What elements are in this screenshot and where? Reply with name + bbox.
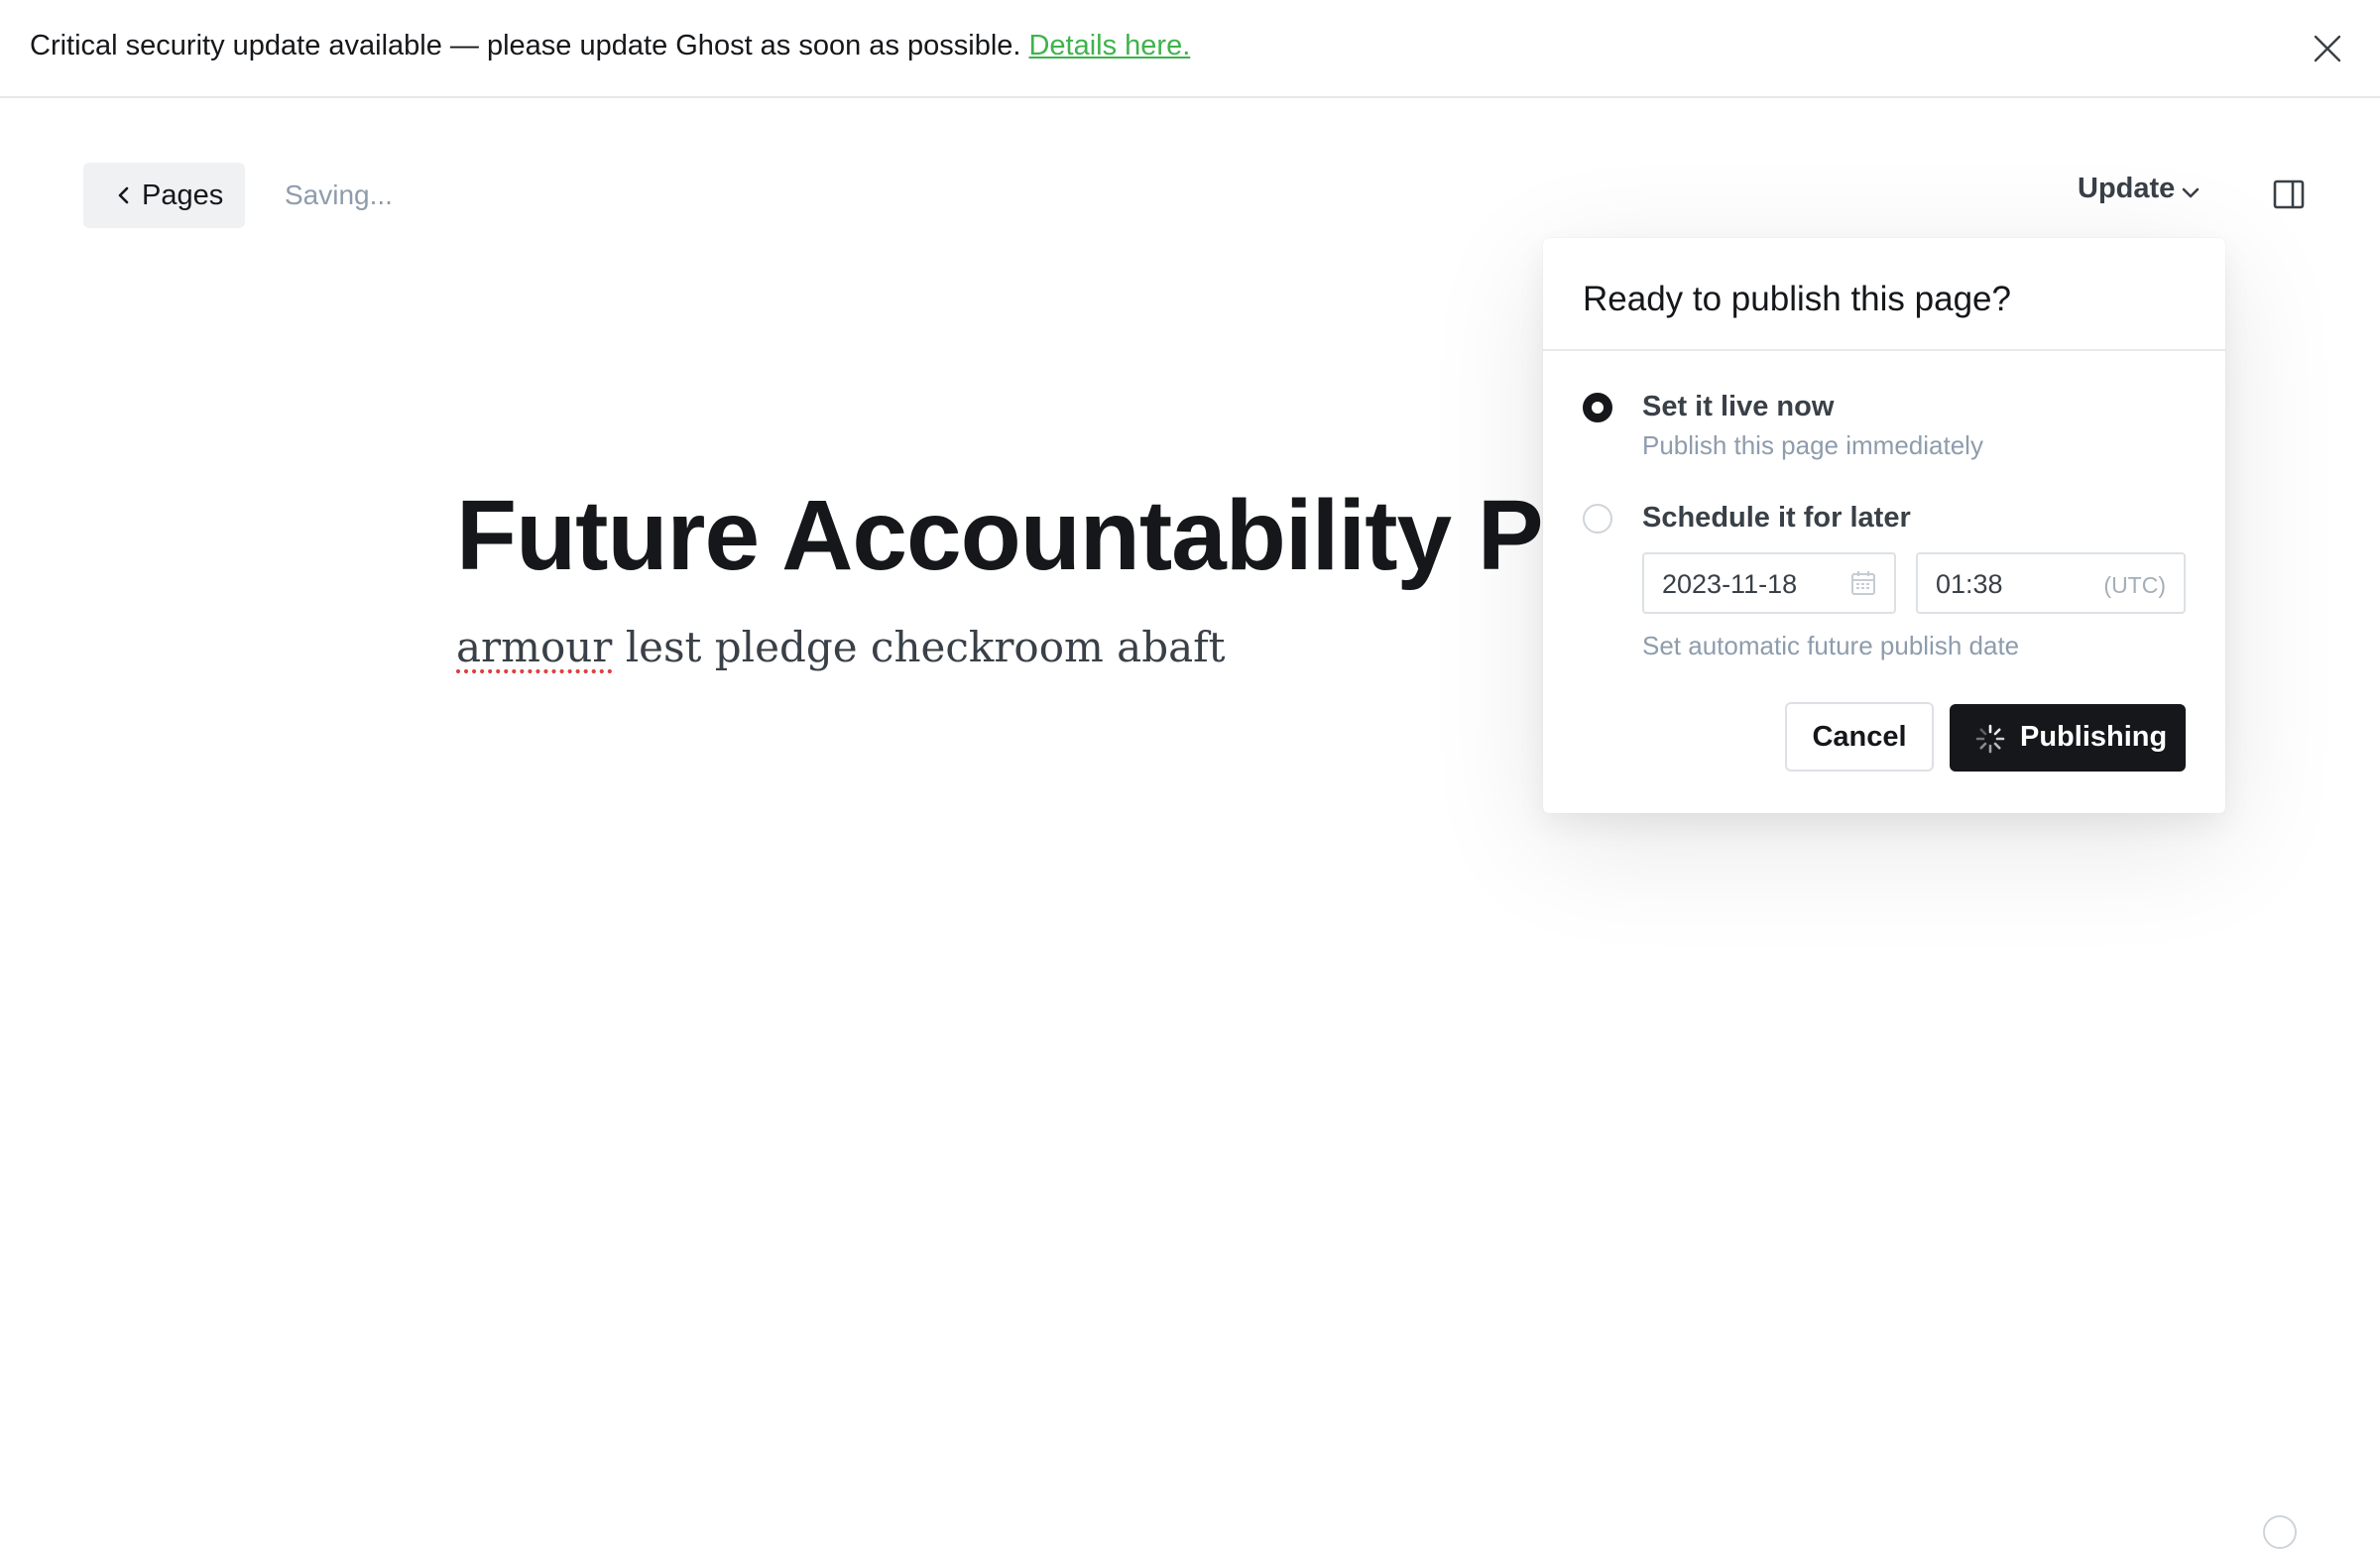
cancel-label: Cancel xyxy=(1812,721,1907,753)
banner-text: Critical security update available — ple… xyxy=(30,30,1021,61)
misspelled-word: armour xyxy=(456,623,613,671)
body-text: lest pledge checkroom abaft xyxy=(612,623,1226,671)
help-icon[interactable] xyxy=(2263,1515,2297,1549)
option-title: Set it live now xyxy=(1642,391,1835,422)
timezone-label: (UTC) xyxy=(2103,572,2166,598)
popover-title: Ready to publish this page? xyxy=(1583,280,2011,318)
option-set-live-now[interactable]: Set it live now Publish this page immedi… xyxy=(1583,391,2178,472)
option-title: Schedule it for later xyxy=(1642,502,1911,534)
chevron-down-icon xyxy=(2182,187,2200,198)
publish-button[interactable]: Publishing xyxy=(1950,704,2186,772)
publish-date-input[interactable]: 2023-11-18 xyxy=(1642,552,1896,614)
update-dropdown-button[interactable]: Update xyxy=(2078,173,2201,220)
update-label: Update xyxy=(2078,173,2176,204)
close-icon[interactable] xyxy=(2313,34,2342,63)
security-update-banner: Critical security update available — ple… xyxy=(0,0,2380,98)
option-description: Set automatic future publish date xyxy=(1642,631,2020,660)
post-body[interactable]: armour lest pledge checkroom abaft xyxy=(456,623,1226,671)
details-link[interactable]: Details here. xyxy=(1028,30,1190,61)
sidebar-toggle-icon[interactable] xyxy=(2273,179,2305,210)
calendar-icon[interactable] xyxy=(1850,570,1876,596)
option-description: Publish this page immediately xyxy=(1642,430,1983,460)
save-status: Saving... xyxy=(285,179,393,210)
radio-schedule-later[interactable] xyxy=(1583,504,1612,534)
banner-message: Critical security update available — ple… xyxy=(30,30,1190,62)
publish-time-input[interactable]: 01:38 (UTC) xyxy=(1916,552,2186,614)
back-to-pages-button[interactable]: Pages xyxy=(83,163,245,228)
spinner-icon xyxy=(1975,724,2005,754)
post-title[interactable]: Future Accountability Pla xyxy=(456,476,1624,595)
cancel-button[interactable]: Cancel xyxy=(1785,702,1934,772)
back-button-label: Pages xyxy=(142,179,224,211)
publish-popover: Ready to publish this page? Set it live … xyxy=(1543,238,2225,813)
popover-divider xyxy=(1543,349,2225,351)
time-value: 01:38 xyxy=(1936,569,2003,599)
publish-label: Publishing xyxy=(2020,721,2168,753)
date-value: 2023-11-18 xyxy=(1662,569,1798,599)
radio-set-live-now[interactable] xyxy=(1583,393,1612,422)
option-schedule-later[interactable]: Schedule it for later xyxy=(1583,502,2178,543)
chevron-left-icon xyxy=(118,186,129,204)
